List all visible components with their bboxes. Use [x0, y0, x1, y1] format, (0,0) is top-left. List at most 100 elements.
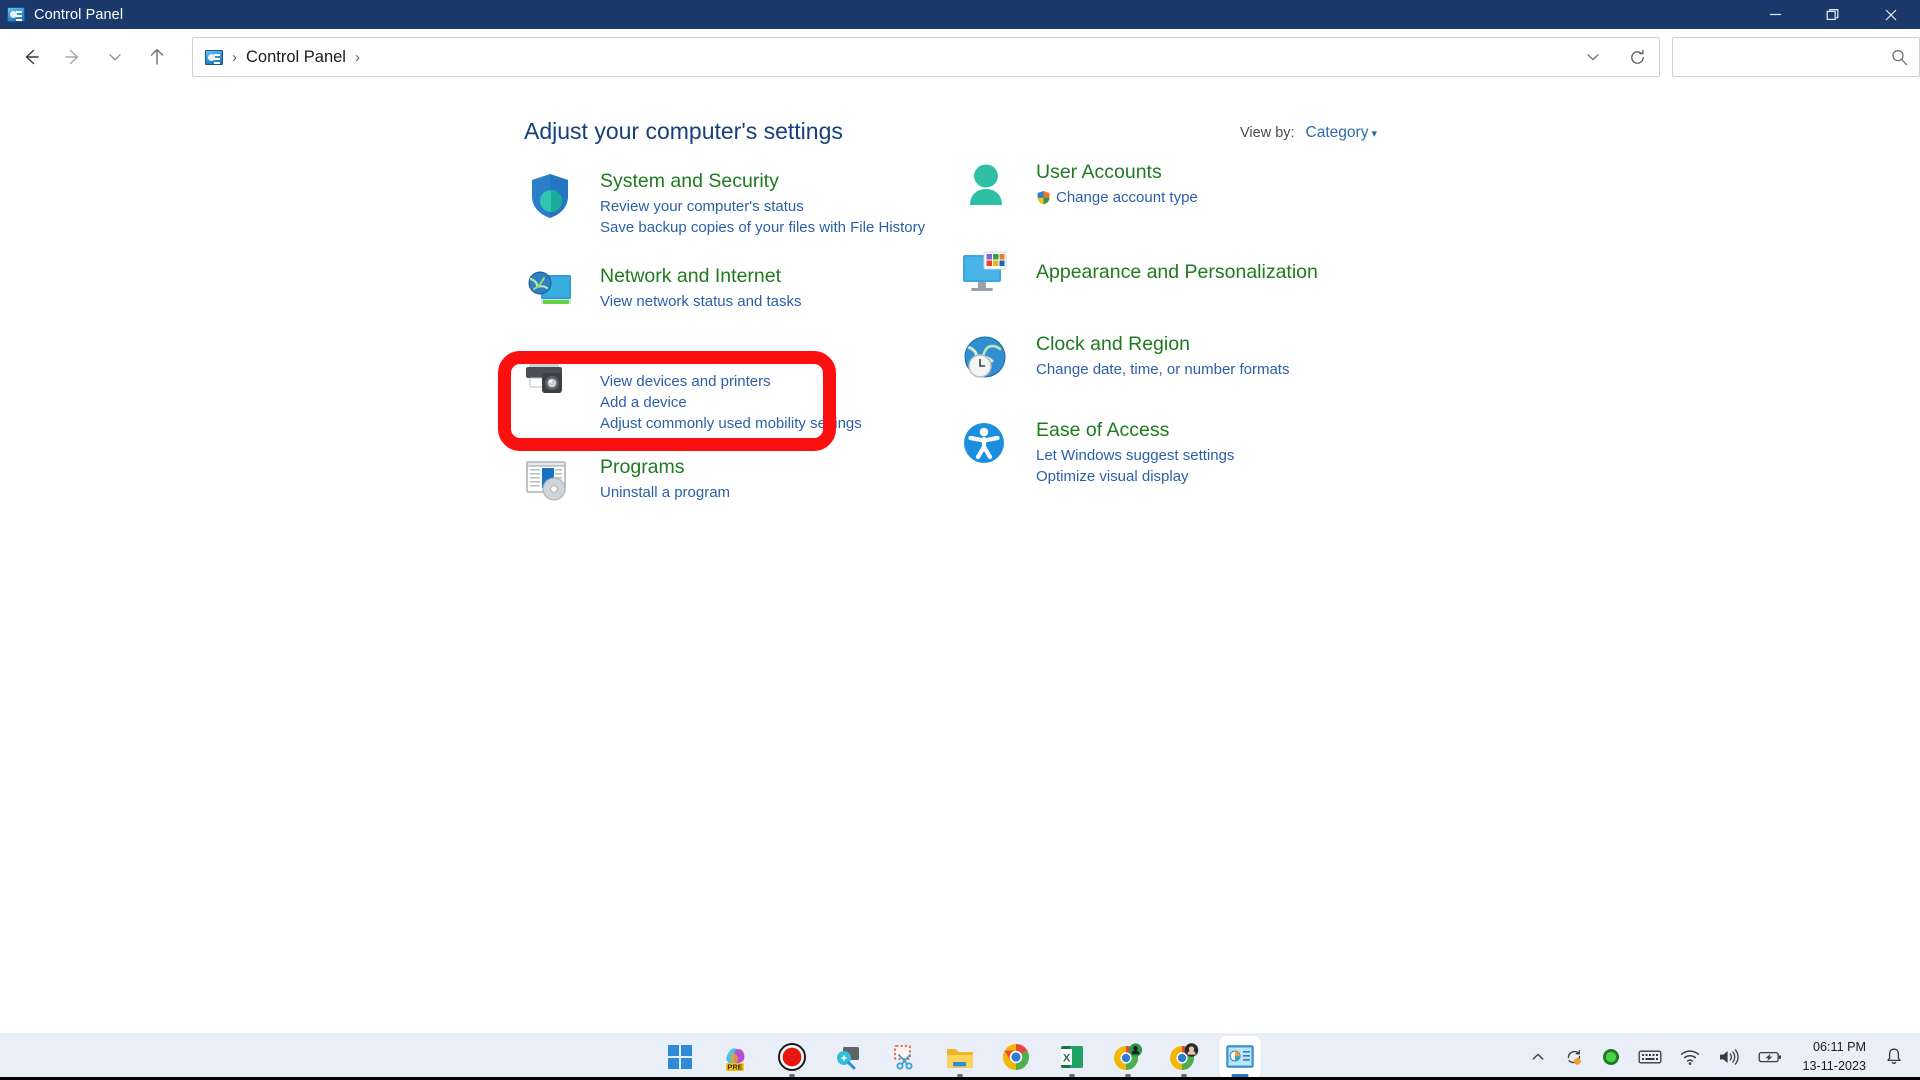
- svg-text:X: X: [1063, 1052, 1071, 1064]
- sync-icon[interactable]: [1555, 1035, 1593, 1079]
- category-sublink[interactable]: Uninstall a program: [600, 482, 964, 503]
- tray-overflow-button[interactable]: [1521, 1035, 1555, 1079]
- category-sublink[interactable]: View devices and printers: [600, 371, 964, 392]
- control-panel-button[interactable]: [1219, 1035, 1261, 1078]
- forward-button[interactable]: [52, 36, 94, 78]
- chrome-profile-2-button[interactable]: [1163, 1036, 1205, 1078]
- category-clock-and-region[interactable]: Clock and Region Change date, time, or n…: [960, 333, 1400, 391]
- screen-recorder-button[interactable]: [771, 1036, 813, 1078]
- excel-button[interactable]: X: [1051, 1036, 1093, 1078]
- svg-text:PRE: PRE: [727, 1062, 742, 1071]
- search-icon: [1890, 48, 1909, 72]
- category-title-link[interactable]: User Accounts: [1036, 161, 1162, 184]
- chrome-profile-1-button[interactable]: [1107, 1036, 1149, 1078]
- copilot-pre-button[interactable]: PRE: [715, 1036, 757, 1078]
- category-body: Hardware and Sound View devices and prin…: [600, 345, 964, 435]
- keyboard-icon[interactable]: [1629, 1035, 1671, 1079]
- snipping-tool-button[interactable]: [883, 1036, 925, 1078]
- category-body: Clock and Region Change date, time, or n…: [1036, 333, 1400, 380]
- chrome-button[interactable]: [995, 1036, 1037, 1078]
- category-sublink[interactable]: Change account type: [1036, 187, 1400, 208]
- breadcrumb-control-panel[interactable]: Control Panel: [246, 48, 346, 67]
- category-sublink[interactable]: Change date, time, or number formats: [1036, 359, 1400, 380]
- category-appearance-and-personalization[interactable]: Appearance and Personalization: [960, 247, 1400, 305]
- refresh-button[interactable]: [1615, 38, 1659, 76]
- taskbar-app-group: PRE X: [659, 1033, 1261, 1080]
- category-user-accounts[interactable]: User Accounts Change account type: [960, 161, 1400, 219]
- control-panel-icon: [7, 7, 25, 22]
- content-area: Adjust your computer's settings View by:…: [0, 85, 1920, 1033]
- category-title-link[interactable]: Network and Internet: [600, 265, 781, 288]
- monitor-tiles-icon: [960, 247, 1014, 301]
- green-status-icon[interactable]: [1593, 1035, 1629, 1079]
- category-sublink[interactable]: Add a device: [600, 392, 964, 413]
- search-input[interactable]: [1681, 39, 1889, 75]
- category-network-and-internet[interactable]: Network and Internet View network status…: [524, 265, 964, 323]
- category-sublink[interactable]: Adjust commonly used mobility settings: [600, 413, 964, 434]
- category-title-link[interactable]: Programs: [600, 456, 685, 479]
- view-by-control: View by: Category ▾: [1240, 124, 1377, 142]
- user-icon: [960, 161, 1014, 215]
- address-bar[interactable]: › Control Panel ›: [192, 37, 1660, 77]
- category-column-left: System and Security Review your computer…: [524, 170, 964, 514]
- breadcrumb-control-panel-icon: [205, 49, 223, 65]
- close-button[interactable]: [1862, 0, 1920, 29]
- navigation-bar: › Control Panel ›: [0, 29, 1920, 85]
- category-body: Ease of Access Let Windows suggest setti…: [1036, 419, 1400, 488]
- start-button[interactable]: [659, 1036, 701, 1078]
- search-box[interactable]: [1672, 37, 1920, 77]
- category-title-link[interactable]: Clock and Region: [1036, 333, 1190, 356]
- titlebar-left-group: Control Panel: [0, 7, 123, 23]
- window-title: Control Panel: [34, 6, 124, 23]
- window-titlebar: Control Panel: [0, 0, 1920, 29]
- category-sublink[interactable]: Optimize visual display: [1036, 466, 1400, 487]
- category-body: Programs Uninstall a program: [600, 456, 964, 503]
- minimize-button[interactable]: [1746, 0, 1804, 29]
- category-title-link[interactable]: Appearance and Personalization: [1036, 261, 1318, 284]
- category-sublink[interactable]: View network status and tasks: [600, 291, 964, 312]
- category-body: Network and Internet View network status…: [600, 265, 964, 312]
- category-title-link[interactable]: Ease of Access: [1036, 419, 1169, 442]
- globe-monitor-icon: [524, 265, 578, 319]
- category-sublink[interactable]: Let Windows suggest settings: [1036, 445, 1400, 466]
- taskbar: PRE X 06:11 PM 13-11-2023: [0, 1033, 1920, 1080]
- category-ease-of-access[interactable]: Ease of Access Let Windows suggest setti…: [960, 419, 1400, 488]
- shield-icon: [524, 170, 578, 224]
- category-system-and-security[interactable]: System and Security Review your computer…: [524, 170, 964, 239]
- notifications-button[interactable]: [1876, 1035, 1912, 1079]
- system-tray: 06:11 PM 13-11-2023: [1521, 1035, 1920, 1079]
- breadcrumb-separator-1: ›: [232, 48, 237, 66]
- view-by-dropdown[interactable]: Category ▾: [1306, 124, 1377, 142]
- printer-camera-icon: [524, 351, 578, 405]
- file-explorer-button[interactable]: [939, 1036, 981, 1078]
- category-sublink[interactable]: Review your computer's status: [600, 196, 964, 217]
- window-controls: [1746, 0, 1920, 29]
- recent-locations-button[interactable]: [94, 36, 136, 78]
- magnifier-button[interactable]: [827, 1036, 869, 1078]
- back-button[interactable]: [10, 36, 52, 78]
- page-title: Adjust your computer's settings: [524, 118, 843, 144]
- battery-icon[interactable]: [1749, 1035, 1791, 1079]
- history-dropdown-button[interactable]: [1571, 38, 1615, 76]
- globe-clock-icon: [960, 333, 1014, 387]
- category-body: User Accounts Change account type: [1036, 161, 1400, 208]
- wifi-icon[interactable]: [1671, 1035, 1709, 1079]
- clock-date: 13-11-2023: [1802, 1058, 1867, 1073]
- category-programs[interactable]: Programs Uninstall a program: [524, 456, 964, 514]
- programs-disc-icon: [524, 456, 578, 510]
- category-sublink[interactable]: Save backup copies of your files with Fi…: [600, 217, 964, 238]
- chevron-down-icon: ▾: [1371, 128, 1377, 140]
- restore-button[interactable]: [1804, 0, 1862, 29]
- category-hardware-and-sound[interactable]: Hardware and Sound View devices and prin…: [524, 345, 964, 435]
- breadcrumb-separator-2[interactable]: ›: [346, 49, 369, 66]
- category-title-link[interactable]: System and Security: [600, 170, 779, 193]
- accessibility-icon: [960, 419, 1014, 473]
- uac-shield-icon: [1036, 190, 1051, 205]
- clock[interactable]: 06:11 PM 13-11-2023: [1791, 1038, 1877, 1075]
- sublink-label: Change account type: [1056, 189, 1198, 206]
- up-button[interactable]: [136, 36, 178, 78]
- address-bar-actions: [1571, 38, 1659, 76]
- category-column-right: User Accounts Change account type Appear…: [960, 161, 1400, 488]
- category-body: Appearance and Personalization: [1036, 247, 1400, 287]
- volume-icon[interactable]: [1709, 1035, 1749, 1079]
